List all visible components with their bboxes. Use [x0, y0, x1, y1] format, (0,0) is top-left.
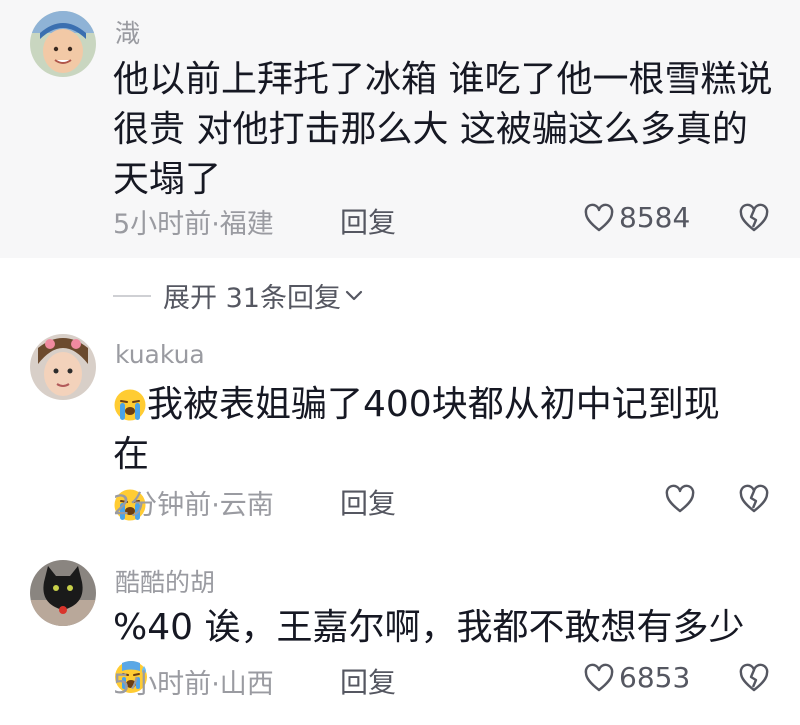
comment-meta: 5小时前·山西	[113, 662, 274, 701]
divider-line	[113, 294, 151, 297]
heart-icon	[584, 203, 614, 231]
comment-item: kuakua 我被表姐骗了400块都从初中记到现在 2分钟前·云南 回复	[0, 318, 800, 538]
expand-replies-button[interactable]: 展开 31条回复	[113, 276, 363, 315]
comment-item: 酷酷的胡 %40 诶，王嘉尔啊，我都不敢想有多少 5小时前·山西 回复 6853	[0, 548, 800, 725]
comment-meta: 2分钟前·云南	[113, 483, 274, 522]
meta-separator: ·	[211, 669, 220, 700]
reply-button[interactable]: 回复	[340, 201, 396, 241]
comment-time: 5小时前	[113, 669, 212, 700]
heart-icon	[584, 663, 614, 691]
comment-text-body: %40 诶，王嘉尔啊，我都不敢想有多少	[113, 607, 745, 648]
comment-location: 山西	[219, 669, 274, 700]
username[interactable]: 渽	[115, 14, 140, 50]
comment-location: 福建	[219, 209, 274, 240]
loudly-crying-face-icon	[114, 389, 146, 421]
meta-separator: ·	[211, 490, 220, 521]
reply-button[interactable]: 回复	[340, 661, 396, 701]
comment-location: 云南	[219, 490, 274, 521]
comment-meta: 5小时前·福建	[113, 202, 274, 241]
reply-button[interactable]: 回复	[340, 482, 396, 522]
user-avatar[interactable]	[30, 11, 96, 77]
comment-text-body: 我被表姐骗了400块都从初中记到现在	[113, 384, 720, 475]
chevron-down-icon	[345, 290, 363, 300]
meta-separator: ·	[211, 209, 220, 240]
broken-heart-icon[interactable]	[738, 203, 770, 233]
comment-time: 5小时前	[113, 209, 212, 240]
username[interactable]: 酷酷的胡	[115, 563, 215, 599]
username[interactable]: kuakua	[115, 340, 205, 369]
like-button[interactable]	[664, 484, 700, 514]
user-avatar[interactable]	[30, 560, 96, 626]
comment-time: 2分钟前	[113, 490, 212, 521]
like-count: 8584	[619, 201, 691, 234]
like-button[interactable]: 8584	[583, 201, 690, 234]
comment-text: 他以前上拜托了冰箱 谁吃了他一根雪糕说很贵 对他打击那么大 这被骗这么多真的天塌…	[113, 59, 773, 200]
like-count: 6853	[619, 661, 691, 694]
like-button[interactable]: 6853	[583, 661, 690, 694]
expand-replies-label: 展开 31条回复	[163, 283, 341, 314]
comment-item: 渽 他以前上拜托了冰箱 谁吃了他一根雪糕说很贵 对他打击那么大 这被骗这么多真的…	[0, 0, 800, 258]
heart-icon	[665, 484, 695, 513]
broken-heart-icon[interactable]	[738, 484, 770, 514]
broken-heart-icon[interactable]	[738, 663, 770, 693]
user-avatar[interactable]	[30, 334, 96, 400]
